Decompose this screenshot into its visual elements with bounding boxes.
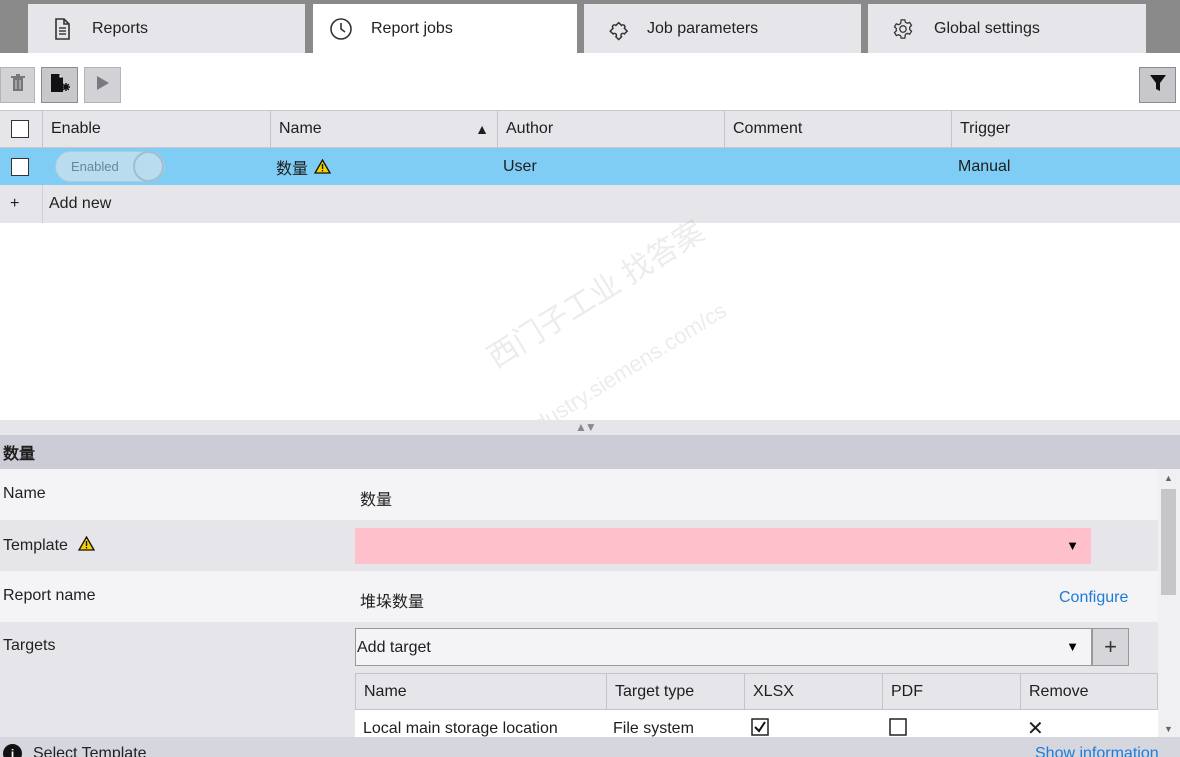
configure-link[interactable]: Configure — [1059, 589, 1128, 607]
table-row[interactable]: Enabled 数量 User Manual — [0, 148, 1180, 185]
add-icon: + — [10, 195, 20, 212]
add-row-divider — [42, 185, 43, 223]
tab-label: Job parameters — [647, 19, 759, 37]
grid-header: Enable Name ▲ Author Comment Trigger — [0, 110, 1180, 148]
clock-icon — [329, 17, 353, 41]
sort-ascending-icon: ▲ — [475, 121, 489, 137]
show-information-link[interactable]: Show information — [1035, 745, 1159, 757]
add-new-row[interactable]: + Add new — [0, 185, 1180, 223]
row-checkbox[interactable] — [11, 157, 29, 176]
add-target-select[interactable]: Add target ▼ — [355, 628, 1092, 666]
author-cell: User — [503, 157, 537, 175]
column-header-trigger[interactable]: Trigger — [951, 111, 1180, 147]
watermark-text: 西门子工业 找答案 — [481, 215, 711, 375]
trash-icon — [10, 73, 26, 97]
select-all-checkbox[interactable] — [11, 120, 29, 138]
tab-bar: Reports Report jobs Job parameters Globa… — [0, 0, 1180, 53]
tab-reports[interactable]: Reports — [28, 4, 305, 53]
toggle-label: Enabled — [71, 159, 119, 174]
detail-title: 数量 — [0, 435, 1180, 469]
tab-global-settings[interactable]: Global settings — [868, 4, 1146, 53]
select-all-cell[interactable] — [0, 111, 42, 147]
name-value[interactable]: 数量 — [360, 486, 392, 510]
targets-column-pdf[interactable]: PDF — [882, 674, 1020, 709]
scrollbar-thumb[interactable] — [1161, 489, 1176, 595]
warning-icon — [314, 159, 332, 174]
puzzle-icon — [606, 17, 630, 41]
chevron-down-icon: ▼ — [1066, 639, 1079, 654]
enable-toggle[interactable]: Enabled — [55, 151, 165, 182]
template-label-text: Template — [3, 537, 68, 554]
status-text: Select Template — [33, 745, 147, 757]
pdf-checkbox-unchecked[interactable] — [889, 718, 907, 736]
report-name-value: 堆垛数量 — [360, 594, 425, 611]
targets-column-remove[interactable]: Remove — [1020, 674, 1157, 709]
job-name-cell: 数量 — [276, 148, 332, 185]
splitter-arrows-icon: ▲▼ — [575, 420, 597, 434]
name-label: Name — [3, 485, 46, 502]
targets-column-xlsx[interactable]: XLSX — [744, 674, 882, 709]
column-label: Enable — [51, 120, 101, 137]
tab-label: Global settings — [934, 19, 1040, 37]
column-header-author[interactable]: Author — [497, 111, 724, 147]
column-header-enable[interactable]: Enable — [42, 111, 270, 147]
targets-column-type[interactable]: Target type — [606, 674, 744, 709]
add-target-button[interactable]: + — [1092, 628, 1129, 666]
scroll-down-icon[interactable]: ▼ — [1164, 724, 1173, 734]
xlsx-checkbox-checked[interactable] — [751, 718, 769, 736]
chevron-down-icon: ▼ — [1066, 538, 1079, 553]
tab-report-jobs[interactable]: Report jobs — [313, 4, 577, 53]
column-label: Trigger — [960, 120, 1011, 137]
template-select[interactable]: ▼ — [355, 528, 1091, 564]
targets-label: Targets — [3, 637, 56, 654]
targets-table-header: Name Target type XLSX PDF Remove — [355, 673, 1158, 710]
template-label: Template — [3, 536, 96, 555]
property-row-report-name: Report name 堆垛数量 Configure — [0, 571, 1158, 622]
tab-label: Report jobs — [371, 19, 453, 37]
plus-icon: + — [1104, 634, 1117, 659]
tab-job-parameters[interactable]: Job parameters — [584, 4, 861, 53]
info-icon: i — [3, 744, 22, 757]
delete-button[interactable] — [0, 67, 35, 103]
new-job-button[interactable] — [41, 67, 78, 103]
status-bar: i Select Template Show information — [0, 737, 1180, 757]
toolbar — [0, 53, 1180, 110]
report-name-label: Report name — [3, 587, 96, 604]
add-new-label: Add new — [49, 195, 112, 212]
property-row-name: Name 数量 — [0, 469, 1158, 520]
trigger-cell: Manual — [958, 157, 1011, 175]
scroll-up-icon[interactable]: ▲ — [1164, 473, 1173, 483]
report-document-icon — [50, 17, 74, 41]
run-button[interactable] — [84, 67, 121, 103]
filter-button[interactable] — [1139, 67, 1176, 103]
column-header-comment[interactable]: Comment — [724, 111, 951, 147]
filter-icon — [1149, 74, 1166, 97]
play-icon — [96, 75, 110, 96]
column-label: Comment — [733, 120, 803, 137]
new-document-icon — [49, 73, 71, 98]
column-header-name[interactable]: Name ▲ — [270, 111, 497, 147]
detail-scrollbar[interactable]: ▲ ▼ — [1158, 469, 1180, 737]
job-name: 数量 — [276, 160, 309, 178]
property-row-template: Template ▼ — [0, 520, 1158, 571]
warning-icon — [78, 536, 96, 551]
add-target-label: Add target — [357, 639, 431, 656]
gear-icon — [891, 17, 915, 41]
tab-label: Reports — [92, 19, 149, 37]
column-label: Name — [279, 120, 322, 137]
targets-column-name[interactable]: Name — [356, 674, 606, 709]
column-label: Author — [506, 120, 554, 137]
toggle-knob — [133, 151, 164, 182]
panel-splitter[interactable]: ▲▼ — [0, 420, 1180, 435]
row-checkbox-cell[interactable] — [11, 148, 29, 185]
